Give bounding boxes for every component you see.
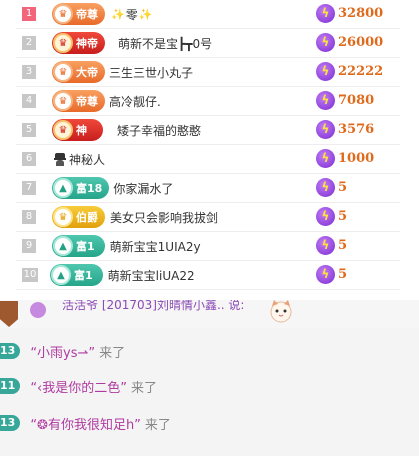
rank-row[interactable]: 9 ▲ 富1 萌新宝宝1UIA2y ϟ5 bbox=[16, 232, 400, 261]
noble-badge: ♛ 神 bbox=[52, 119, 103, 141]
rank-row[interactable]: 8 ♛ 伯爵 美女只会影响我拔剑 ϟ5 bbox=[16, 203, 400, 232]
triangle-icon: ▲ bbox=[53, 178, 73, 198]
mystery-person-icon bbox=[54, 152, 66, 166]
crown-icon: ♛ bbox=[53, 120, 73, 140]
contribution-score: ϟ5 bbox=[316, 236, 347, 255]
level-badge: 13 bbox=[0, 415, 21, 431]
contribution-score: ϟ 7080 bbox=[316, 91, 374, 110]
user-name[interactable]: 萌新不是宝┣┳0号 bbox=[118, 35, 212, 52]
lightning-icon: ϟ bbox=[316, 120, 335, 139]
noble-badge: ♛ 神帝 bbox=[52, 32, 105, 54]
chat-partial-text: 活活爷 [201703]刘晴情小鑫.. 说: bbox=[62, 300, 245, 312]
chat-username[interactable]: “小雨ys⇀” bbox=[30, 342, 95, 361]
contribution-score: ϟ 26000 bbox=[316, 33, 383, 52]
user-name[interactable]: 零 bbox=[126, 6, 138, 23]
contribution-score: ϟ 1000 bbox=[316, 149, 374, 168]
rank-number: 3 bbox=[22, 65, 36, 79]
rank-row[interactable]: 2 ♛ 神帝 萌新不是宝┣┳0号 ϟ 26000 bbox=[16, 29, 400, 58]
user-name[interactable]: 萌新宝宝1UIA2y bbox=[110, 238, 201, 255]
rank-number: 7 bbox=[22, 181, 36, 195]
contribution-score: ϟ5 bbox=[316, 207, 347, 226]
lightning-icon: ϟ bbox=[316, 149, 335, 168]
contribution-score: ϟ5 bbox=[316, 265, 347, 284]
rank-number: 6 bbox=[22, 152, 36, 166]
fan-badge-icon bbox=[0, 301, 18, 327]
noble-badge: ♛ 伯爵 bbox=[52, 206, 105, 228]
chat-action: 来了 bbox=[130, 380, 157, 396]
rank-number: 1 bbox=[22, 7, 36, 21]
user-name[interactable]: 你家漏水了 bbox=[113, 180, 173, 197]
user-name[interactable]: 美女只会影响我拔剑 bbox=[110, 209, 218, 226]
triangle-icon: ▲ bbox=[53, 236, 73, 256]
chat-partial-line: 活活爷 [201703]刘晴情小鑫.. 说: bbox=[0, 300, 419, 328]
rank-row[interactable]: 4 ♛ 帝尊 高冷靓仔. ϟ 7080 bbox=[16, 87, 400, 116]
cat-sticker-icon bbox=[270, 300, 292, 323]
rank-row[interactable]: 3 ♛ 大帝 三生三世小丸子 ϟ 22222 bbox=[16, 58, 400, 87]
user-name[interactable]: 神秘人 bbox=[69, 151, 105, 168]
wealth-badge: ▲ 富1 bbox=[50, 264, 103, 286]
rank-number: 2 bbox=[22, 36, 36, 50]
lightning-icon: ϟ bbox=[316, 236, 335, 255]
crown-icon: ♛ bbox=[53, 62, 73, 82]
sparkle-icon: ✨ bbox=[111, 7, 125, 21]
chat-action: 来了 bbox=[99, 345, 126, 361]
noble-badge: ♛ 帝尊 bbox=[52, 3, 105, 25]
noble-badge: ♛ 大帝 bbox=[52, 61, 105, 83]
crown-icon: ♛ bbox=[53, 91, 73, 111]
contribution-score: ϟ 32800 bbox=[316, 4, 383, 23]
rank-number: 5 bbox=[22, 123, 36, 137]
chat-message: 13 “小雨ys⇀” 来了 bbox=[0, 341, 125, 361]
rank-row[interactable]: 7 ▲ 富18 你家漏水了 ϟ5 bbox=[16, 174, 400, 203]
user-name[interactable]: 萌新宝宝liUA22 bbox=[108, 267, 195, 284]
user-name[interactable]: 矮子幸福的憨憨 bbox=[117, 122, 201, 139]
rank-number: 4 bbox=[22, 94, 36, 108]
rank-row[interactable]: 10 ▲ 富1 萌新宝宝liUA22 ϟ5 bbox=[16, 261, 400, 290]
contribution-score: ϟ 3576 bbox=[316, 120, 374, 139]
crown-icon: ♛ bbox=[53, 4, 73, 24]
sparkle-icon: ✨ bbox=[138, 7, 153, 21]
lightning-icon: ϟ bbox=[316, 265, 335, 284]
chat-username[interactable]: “❂有你我很知足h” bbox=[30, 414, 141, 433]
contribution-score: ϟ 22222 bbox=[316, 62, 383, 81]
level-badge: 11 bbox=[0, 378, 21, 394]
chat-message: 13 “❂有你我很知足h” 来了 bbox=[0, 413, 171, 433]
chat-message: 11 “‹我是你的二色” 来了 bbox=[0, 376, 157, 396]
crown-icon: ♛ bbox=[53, 207, 73, 227]
avatar[interactable] bbox=[30, 302, 46, 318]
rank-row[interactable]: 5 ♛ 神 矮子幸福的憨憨 ϟ 3576 bbox=[16, 116, 400, 145]
lightning-icon: ϟ bbox=[316, 62, 335, 81]
user-name[interactable]: 高冷靓仔. bbox=[109, 93, 161, 110]
rank-number: 10 bbox=[22, 268, 38, 282]
lightning-icon: ϟ bbox=[316, 91, 335, 110]
crown-icon: ♛ bbox=[53, 33, 73, 53]
lightning-icon: ϟ bbox=[316, 178, 335, 197]
lightning-icon: ϟ bbox=[316, 4, 335, 23]
contribution-score: ϟ5 bbox=[316, 178, 347, 197]
level-badge: 13 bbox=[0, 343, 21, 359]
wealth-badge: ▲ 富18 bbox=[52, 177, 110, 199]
ranking-panel: 1 ♛ 帝尊 ✨ 零 ✨ ϟ 32800 2 ♛ 神帝 萌新不是宝┣┳0号 ϟ 2600… bbox=[0, 0, 419, 300]
triangle-icon: ▲ bbox=[51, 265, 71, 285]
chat-action: 来了 bbox=[144, 417, 171, 433]
lightning-icon: ϟ bbox=[316, 33, 335, 52]
rank-row[interactable]: 1 ♛ 帝尊 ✨ 零 ✨ ϟ 32800 bbox=[16, 0, 400, 29]
user-name[interactable]: 三生三世小丸子 bbox=[109, 64, 193, 81]
rank-number: 8 bbox=[22, 210, 36, 224]
rank-number: 9 bbox=[22, 239, 36, 253]
chat-username[interactable]: “‹我是你的二色” bbox=[30, 377, 127, 396]
wealth-badge: ▲ 富1 bbox=[52, 235, 105, 257]
lightning-icon: ϟ bbox=[316, 207, 335, 226]
noble-badge: ♛ 帝尊 bbox=[52, 90, 105, 112]
rank-row[interactable]: 6 神秘人 ϟ 1000 bbox=[16, 145, 400, 174]
